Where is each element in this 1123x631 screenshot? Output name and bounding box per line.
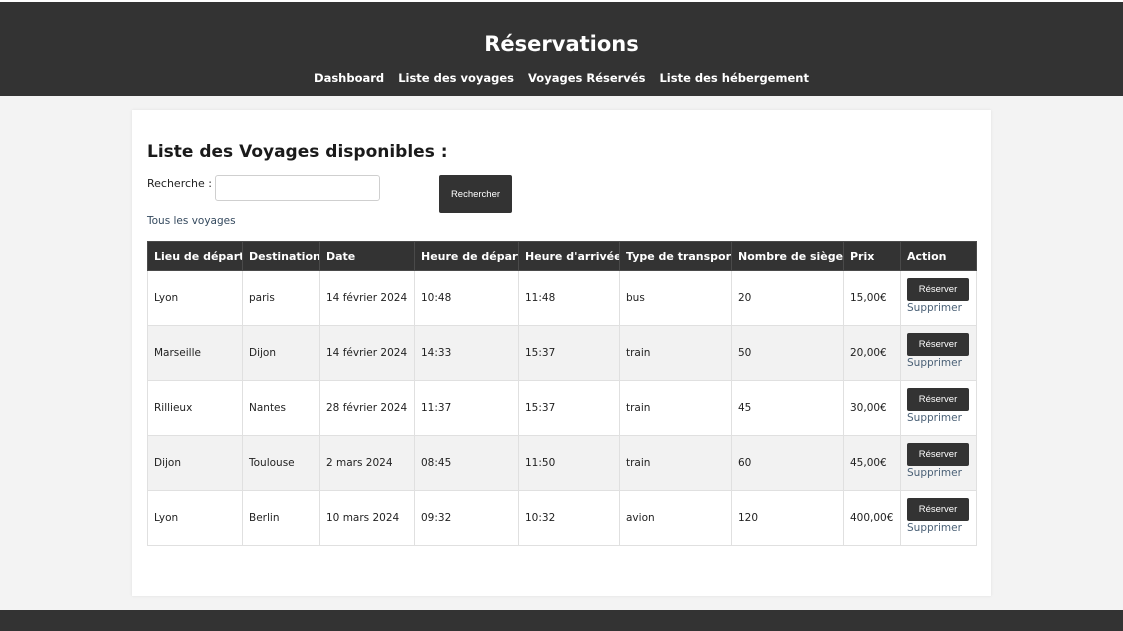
cell-prix: 400,00€ (843, 490, 901, 546)
cell-type-transport: train (619, 325, 732, 381)
cell-heure-depart: 11:37 (414, 380, 519, 436)
cell-heure-arrivee: 10:32 (518, 490, 620, 546)
nav-voyages-reserves[interactable]: Voyages Réservés (528, 71, 645, 85)
col-action: Action (900, 241, 977, 271)
cell-date: 14 février 2024 (319, 325, 415, 381)
table-row: Rillieux Nantes 28 février 2024 11:37 15… (147, 380, 977, 436)
cell-lieu-depart: Marseille (147, 325, 243, 381)
table-row: Marseille Dijon 14 février 2024 14:33 15… (147, 325, 977, 381)
table-header-row: Lieu de départ Destination Date Heure de… (147, 241, 977, 271)
cell-type-transport: bus (619, 270, 732, 326)
trips-table: Lieu de départ Destination Date Heure de… (147, 241, 977, 546)
col-date: Date (319, 241, 415, 271)
reserve-button[interactable]: Réserver (907, 278, 969, 301)
cell-date: 2 mars 2024 (319, 435, 415, 491)
cell-heure-arrivee: 11:48 (518, 270, 620, 326)
col-heure-depart: Heure de départ (414, 241, 519, 271)
cell-type-transport: avion (619, 490, 732, 546)
cell-destination: Dijon (242, 325, 320, 381)
cell-destination: Berlin (242, 490, 320, 546)
delete-link[interactable]: Supprimer (907, 412, 970, 425)
cell-date: 14 février 2024 (319, 270, 415, 326)
col-prix: Prix (843, 241, 901, 271)
cell-heure-depart: 09:32 (414, 490, 519, 546)
cell-action: Réserver Supprimer (900, 435, 977, 491)
search-button[interactable]: Rechercher (439, 175, 512, 213)
col-lieu-depart: Lieu de départ (147, 241, 243, 271)
cell-destination: Nantes (242, 380, 320, 436)
main-nav: Dashboard Liste des voyages Voyages Rése… (0, 70, 1123, 86)
nav-dashboard[interactable]: Dashboard (314, 71, 384, 85)
cell-nombre-sieges: 120 (731, 490, 844, 546)
table-row: Lyon Berlin 10 mars 2024 09:32 10:32 avi… (147, 490, 977, 546)
cell-lieu-depart: Rillieux (147, 380, 243, 436)
cell-date: 28 février 2024 (319, 380, 415, 436)
cell-heure-arrivee: 15:37 (518, 325, 620, 381)
cell-action: Réserver Supprimer (900, 380, 977, 436)
cell-prix: 15,00€ (843, 270, 901, 326)
cell-lieu-depart: Lyon (147, 490, 243, 546)
cell-nombre-sieges: 60 (731, 435, 844, 491)
cell-type-transport: train (619, 435, 732, 491)
nav-liste-voyages[interactable]: Liste des voyages (398, 71, 514, 85)
cell-lieu-depart: Dijon (147, 435, 243, 491)
delete-link[interactable]: Supprimer (907, 467, 970, 480)
cell-type-transport: train (619, 380, 732, 436)
site-header: Réservations Dashboard Liste des voyages… (0, 2, 1123, 96)
col-heure-arrivee: Heure d'arrivée (518, 241, 620, 271)
delete-link[interactable]: Supprimer (907, 522, 970, 535)
page-title: Réservations (484, 32, 639, 56)
cell-heure-arrivee: 15:37 (518, 380, 620, 436)
cell-prix: 20,00€ (843, 325, 901, 381)
section-heading: Liste des Voyages disponibles : (147, 142, 448, 162)
cell-prix: 30,00€ (843, 380, 901, 436)
all-trips-link[interactable]: Tous les voyages (147, 214, 236, 228)
table-row: Lyon paris 14 février 2024 10:48 11:48 b… (147, 270, 977, 326)
col-destination: Destination (242, 241, 320, 271)
search-label: Recherche : (147, 177, 212, 190)
cell-heure-depart: 08:45 (414, 435, 519, 491)
reserve-button[interactable]: Réserver (907, 388, 969, 411)
cell-heure-arrivee: 11:50 (518, 435, 620, 491)
site-footer (0, 610, 1123, 631)
cell-action: Réserver Supprimer (900, 325, 977, 381)
reserve-button[interactable]: Réserver (907, 498, 969, 521)
cell-lieu-depart: Lyon (147, 270, 243, 326)
delete-link[interactable]: Supprimer (907, 357, 970, 370)
cell-prix: 45,00€ (843, 435, 901, 491)
nav-liste-hebergement[interactable]: Liste des hébergement (659, 71, 808, 85)
main-card: Liste des Voyages disponibles : Recherch… (132, 110, 991, 596)
cell-date: 10 mars 2024 (319, 490, 415, 546)
cell-nombre-sieges: 20 (731, 270, 844, 326)
col-nombre-sieges: Nombre de sièges (731, 241, 844, 271)
reserve-button[interactable]: Réserver (907, 333, 969, 356)
reserve-button[interactable]: Réserver (907, 443, 969, 466)
cell-destination: Toulouse (242, 435, 320, 491)
table-row: Dijon Toulouse 2 mars 2024 08:45 11:50 t… (147, 435, 977, 491)
cell-heure-depart: 10:48 (414, 270, 519, 326)
cell-action: Réserver Supprimer (900, 490, 977, 546)
cell-heure-depart: 14:33 (414, 325, 519, 381)
cell-destination: paris (242, 270, 320, 326)
search-input[interactable] (215, 175, 380, 201)
delete-link[interactable]: Supprimer (907, 302, 970, 315)
cell-action: Réserver Supprimer (900, 270, 977, 326)
col-type-transport: Type de transport (619, 241, 732, 271)
cell-nombre-sieges: 50 (731, 325, 844, 381)
cell-nombre-sieges: 45 (731, 380, 844, 436)
